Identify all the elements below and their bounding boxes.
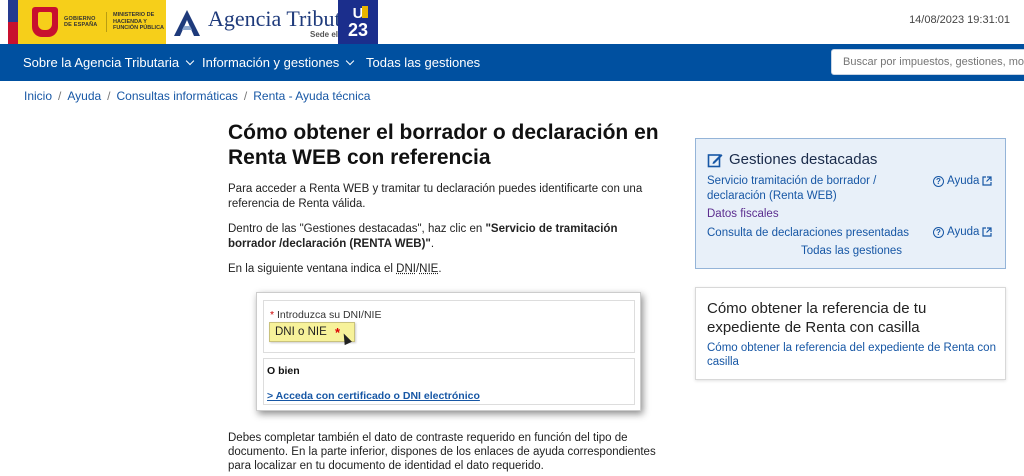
ministerio-text: MINISTERIO DE HACIENDA Y FUNCIÓN PÚBLICA [106,12,166,32]
gobierno-text: GOBIERNO DE ESPAÑA [64,15,98,29]
u23-line2: 23 [347,19,369,40]
todas-gestiones-link[interactable]: Todas las gestiones [801,245,902,257]
dni-text: En la siguiente ventana indica el [228,263,397,275]
eu-flag-strip [8,0,18,44]
aeat-logo-icon [172,8,202,38]
coat-of-arms-icon [32,7,58,37]
dni-input-text: DNI o NIE [275,326,327,338]
external-link-icon [982,176,993,186]
breadcrumb: Inicio / Ayuda / Consultas informáticas … [24,89,370,103]
edit-icon [707,152,723,168]
nav-informacion-gestiones[interactable]: Información y gestiones [202,55,355,70]
external-link-icon [982,227,993,237]
gestiones-destacadas-card: Gestiones destacadas Servicio tramitació… [695,138,1006,269]
required-star-icon: * [335,325,341,340]
gobierno-logo[interactable]: GOBIERNO DE ESPAÑA MINISTERIO DE HACIEND… [8,0,166,44]
site-header: GOBIERNO DE ESPAÑA MINISTERIO DE HACIEND… [0,0,1024,44]
gestiones-title: Gestiones destacadas [707,151,877,168]
intro-paragraph: Para acceder a Renta WEB y tramitar tu d… [228,183,643,210]
nav-item-label: Sobre la Agencia Tributaria [23,55,180,70]
ayuda-label: Ayuda [947,175,980,187]
chevron-down-icon [185,56,195,65]
spanish-presidency-logo: U 23 [338,0,378,44]
breadcrumb-separator: / [107,89,111,103]
chevron-down-icon [346,56,355,65]
dni-label-text: Introduzca su DNI/NIE [277,309,382,321]
certificate-link-example: > Acceda con certificado o DNI electróni… [267,390,480,402]
ayuda-link-renta-web[interactable]: ? Ayuda [933,175,993,187]
instructions-end: . [430,238,435,250]
search-input[interactable] [831,49,1024,75]
related-help-card: Cómo obtener la referencia de tu expedie… [695,287,1006,380]
help-icon: ? [933,175,944,187]
dni-end: . [438,263,442,275]
instructions-paragraph: Dentro de las "Gestiones destacadas", ha… [228,222,668,252]
breadcrumb-renta-ayuda[interactable]: Renta - Ayuda técnica [253,89,370,103]
help-icon: ? [933,226,944,238]
nav-item-label: Información y gestiones [202,55,340,70]
gestiones-title-text: Gestiones destacadas [729,151,878,168]
page-title: Cómo obtener el borrador o declaración e… [228,121,659,169]
certificate-box: O bien > Acceda con certificado o DNI el… [263,358,635,405]
nav-item-label: Todas las gestiones [366,55,481,70]
consulta-declaraciones-link[interactable]: Consulta de declaraciones presentadas [707,226,909,241]
breadcrumb-separator: / [243,89,248,103]
dni-paragraph: En la siguiente ventana indica el DNI/NI… [228,262,668,277]
contraste-paragraph: Debes completar también el dato de contr… [228,432,656,472]
nav-sobre-agencia[interactable]: Sobre la Agencia Tributaria [23,55,195,70]
dni-label: * Introduzca su DNI/NIE [270,309,381,321]
breadcrumb-inicio[interactable]: Inicio [24,89,52,103]
related-link[interactable]: Cómo obtener la referencia del expedient… [707,341,997,369]
breadcrumb-consultas[interactable]: Consultas informáticas [117,89,238,103]
related-title: Cómo obtener la referencia de tu expedie… [707,300,927,336]
datos-fiscales-link[interactable]: Datos fiscales [707,207,779,222]
logo-bar [362,6,368,18]
dni-form-box: * Introduzca su DNI/NIE DNI o NIE * [263,300,635,353]
nav-todas-gestiones[interactable]: Todas las gestiones [366,55,480,70]
current-datetime: 14/08/2023 19:31:01 [909,14,1010,26]
instructions-text: Dentro de las "Gestiones destacadas", ha… [228,223,486,235]
dni-abbr: DNI [396,263,416,275]
main-content: Cómo obtener el borrador o declaración e… [228,120,668,277]
obien-text: O bien [267,365,300,377]
ayuda-link-consulta[interactable]: ? Ayuda [933,226,993,238]
required-asterisk: * [270,309,275,321]
ayuda-label: Ayuda [947,226,980,238]
example-screenshot: * Introduzca su DNI/NIE DNI o NIE * O bi… [256,292,641,411]
breadcrumb-separator: / [58,89,62,103]
breadcrumb-ayuda[interactable]: Ayuda [67,89,101,103]
renta-web-link[interactable]: Servicio tramitación de borrador / decla… [707,174,907,204]
nie-abbr: NIE [419,263,439,275]
